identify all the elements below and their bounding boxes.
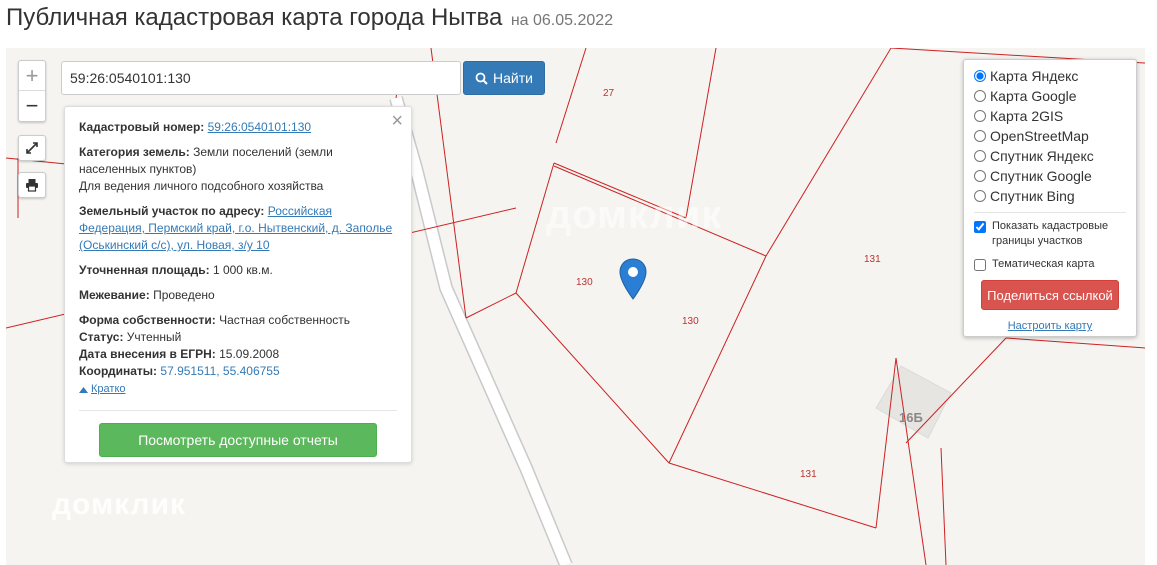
egrn-date-row: Дата внесения в ЕГРН: 15.09.2008 [79,346,397,363]
layer-label: OpenStreetMap [990,128,1089,144]
parcel-label-27: 27 [603,88,615,99]
caret-up-icon [79,386,88,393]
boundary-line [555,48,587,144]
area-label: Уточненная площадь: [79,263,210,277]
search-button-label: Найти [493,70,533,86]
ownership-value: Частная собственность [219,313,351,327]
layer-label: Спутник Google [990,168,1092,184]
road-fill [390,96,572,565]
zoom-out-button[interactable]: − [19,91,45,121]
layer-radio[interactable] [974,110,986,122]
layer-option-bing-satellite[interactable]: Спутник Bing [974,186,1126,206]
fullscreen-button[interactable] [18,135,46,161]
status-row: Статус: Учтенный [79,329,397,346]
cadastral-number-label: Кадастровый номер: [79,120,205,134]
parcel-info-card: × Кадастровый номер: 59:26:0540101:130 К… [64,106,412,463]
building-shape [875,365,952,439]
layer-label: Спутник Яндекс [990,148,1094,164]
zoom-control: + − [18,60,46,122]
layer-radio[interactable] [974,70,986,82]
building-label: 16Б [899,410,923,425]
map-marker-icon[interactable] [619,258,647,300]
share-link-button[interactable]: Поделиться ссылкой [981,280,1119,310]
layer-option-yandex-map[interactable]: Карта Яндекс [974,66,1126,86]
boundary-line [668,462,877,529]
show-borders-label: Показать кадастровые границы участков [992,220,1109,247]
parcel-label-131-b: 131 [800,469,817,480]
layer-radio[interactable] [974,150,986,162]
page-title: Публичная кадастровая карта города Нытва [6,4,503,31]
boundary-line [875,357,897,529]
map-layers-panel: Карта Яндекс Карта Google Карта 2GIS Ope… [963,59,1137,337]
coordinates-value: 57.951511, 55.406755 [160,364,280,378]
land-usage-value: Для ведения личного подсобного хозяйства [79,179,324,193]
cadastral-number-row: Кадастровый номер: 59:26:0540101:130 [79,119,397,136]
layer-option-2gis-map[interactable]: Карта 2GIS [974,106,1126,126]
layer-radio[interactable] [974,90,986,102]
boundary-line [668,255,767,464]
map-view[interactable]: домклик домклик 27 130 130 131 131 16Б +… [6,48,1145,565]
parcel-label-130-a: 130 [576,277,593,288]
collapse-link[interactable]: Кратко [79,381,126,398]
coordinates-label: Координаты: [79,364,158,378]
layer-radio[interactable] [974,170,986,182]
search-button[interactable]: Найти [463,61,545,95]
thematic-map-checkbox-row[interactable]: Тематическая карта [974,257,1126,272]
area-value: 1 000 кв.м. [212,263,273,277]
show-borders-checkbox[interactable] [974,221,986,233]
divider [79,410,397,411]
map-watermark: домклик [546,193,723,237]
printer-icon [26,179,38,192]
boundary-line [940,447,947,565]
configure-map-link[interactable]: Настроить карту [974,320,1126,332]
area-row: Уточненная площадь: 1 000 кв.м. [79,262,397,279]
view-reports-button[interactable]: Посмотреть доступные отчеты [99,423,377,457]
status-value: Учтенный [126,330,182,344]
boundary-line [515,292,670,464]
zoom-in-button[interactable]: + [19,61,45,91]
boundary-line [465,292,517,319]
parcel-label-130-b: 130 [682,316,699,327]
parcel-label-131-a: 131 [864,254,881,265]
status-label: Статус: [79,330,124,344]
layers-divider [974,212,1126,213]
expand-icon [26,142,38,154]
close-icon[interactable]: × [391,111,403,131]
ownership-row: Форма собственности: Частная собственнос… [79,312,397,329]
layer-option-osm[interactable]: OpenStreetMap [974,126,1126,146]
layer-option-google-map[interactable]: Карта Google [974,86,1126,106]
layer-radio[interactable] [974,190,986,202]
layer-label: Карта Яндекс [990,68,1079,84]
egrn-date-value: 15.09.2008 [219,347,280,361]
collapse-label: Кратко [91,383,126,395]
survey-row: Межевание: Проведено [79,287,397,304]
boundary-line [1005,337,1145,349]
show-borders-checkbox-row[interactable]: Показать кадастровые границы участков [974,219,1126,249]
layer-option-yandex-satellite[interactable]: Спутник Яндекс [974,146,1126,166]
thematic-map-label: Тематическая карта [992,258,1095,270]
egrn-date-label: Дата внесения в ЕГРН: [79,347,216,361]
layer-label: Спутник Bing [990,188,1075,204]
address-row: Земельный участок по адресу: Российская … [79,203,397,254]
survey-value: Проведено [153,288,215,302]
survey-label: Межевание: [79,288,150,302]
cadastral-search-input[interactable] [61,61,461,95]
address-label: Земельный участок по адресу: [79,204,265,218]
cadastral-number-link[interactable]: 59:26:0540101:130 [208,120,311,134]
page-date: на 06.05.2022 [510,12,614,29]
layer-label: Карта 2GIS [990,108,1064,124]
coordinates-row: Координаты: 57.951511, 55.406755 [79,363,397,380]
brand-watermark: домклик [52,488,187,521]
ownership-label: Форма собственности: [79,313,216,327]
layer-radio[interactable] [974,130,986,142]
boundary-line [765,48,892,257]
print-button[interactable] [18,172,46,198]
layer-option-google-satellite[interactable]: Спутник Google [974,166,1126,186]
land-category-label: Категория земель: [79,145,190,159]
thematic-map-checkbox[interactable] [974,259,986,271]
layer-label: Карта Google [990,88,1077,104]
search-icon [475,72,488,85]
page-header: Публичная кадастровая карта города Нытва… [6,4,613,38]
land-category-row: Категория земель: Земли поселений (земли… [79,144,397,195]
